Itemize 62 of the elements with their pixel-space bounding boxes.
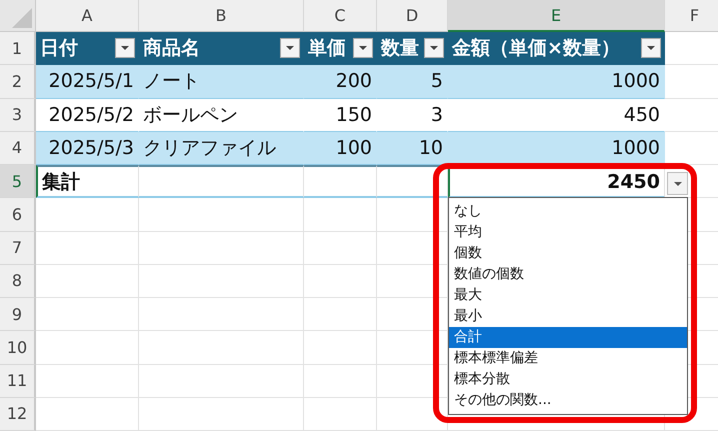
dropdown-option[interactable]: 標本分散 (449, 369, 687, 390)
header-label: 商品名 (143, 36, 200, 62)
row-header[interactable]: 3 (0, 98, 36, 132)
table-cell: 450 (448, 98, 665, 132)
table-cell: 集計 (36, 165, 139, 198)
column-header[interactable]: C (304, 0, 377, 32)
header-label: 金額（単価×数量） (452, 36, 620, 62)
dropdown-option[interactable]: その他の関数... (449, 390, 687, 411)
row-header[interactable]: 5 (0, 165, 36, 198)
row-header[interactable]: 12 (0, 398, 36, 431)
table-cell: 2025/5/2 (36, 98, 139, 132)
caret-icon (286, 46, 294, 50)
table-cell: 200 (304, 65, 377, 98)
row-header[interactable]: 9 (0, 298, 36, 332)
header-label: 日付 (40, 36, 78, 62)
table-cell: 3 (377, 98, 448, 132)
column-header[interactable]: F (665, 0, 718, 32)
table-cell: 2025/5/3 (36, 132, 139, 165)
table-cell: クリアファイル (139, 132, 304, 165)
caret-icon (647, 46, 655, 50)
empty-cell (377, 165, 448, 198)
dropdown-option[interactable]: 標本標準偏差 (449, 348, 687, 369)
table-cell: ノート (139, 65, 304, 98)
dropdown-option[interactable]: 合計 (449, 327, 687, 348)
table-cell: 100 (304, 132, 377, 165)
table-cell: ボールペン (139, 98, 304, 132)
dropdown-option[interactable]: 個数 (449, 243, 687, 264)
filter-button[interactable] (353, 38, 373, 58)
caret-icon (121, 46, 129, 50)
header-label: 単価 (308, 36, 346, 62)
dropdown-button[interactable] (667, 172, 688, 195)
column-header[interactable]: D (377, 0, 448, 32)
dropdown-option[interactable]: なし (449, 201, 687, 222)
row-header[interactable]: 10 (0, 331, 36, 364)
table-cell: 2025/5/1 (36, 65, 139, 98)
filter-button[interactable] (424, 38, 444, 58)
caret-icon (430, 46, 438, 50)
table-cell: 5 (377, 65, 448, 98)
row-header[interactable]: 1 (0, 32, 36, 66)
table-cell: 1000 (448, 132, 665, 165)
dropdown-option[interactable]: 最大 (449, 285, 687, 306)
row-header[interactable]: 6 (0, 198, 36, 232)
row-header[interactable]: 4 (0, 132, 36, 165)
column-header[interactable]: B (139, 0, 304, 32)
header-label: 数量 (381, 36, 419, 62)
dropdown-option[interactable]: 最小 (449, 306, 687, 327)
filter-button[interactable] (115, 38, 135, 58)
caret-icon (359, 46, 367, 50)
filter-button[interactable] (280, 38, 300, 58)
dropdown-option[interactable]: 平均 (449, 222, 687, 243)
row-header[interactable]: 11 (0, 364, 36, 398)
table-cell: 10 (377, 132, 448, 165)
dropdown-option[interactable]: 数値の個数 (449, 264, 687, 285)
filter-button[interactable] (641, 38, 661, 58)
row-header[interactable]: 8 (0, 264, 36, 298)
row-header[interactable]: 2 (0, 65, 36, 98)
column-header[interactable]: E (448, 0, 665, 32)
table-cell: 1000 (448, 65, 665, 98)
row-header[interactable]: 7 (0, 232, 36, 265)
column-header[interactable]: A (36, 0, 139, 32)
table-cell: 150 (304, 98, 377, 132)
caret-icon (674, 182, 682, 186)
